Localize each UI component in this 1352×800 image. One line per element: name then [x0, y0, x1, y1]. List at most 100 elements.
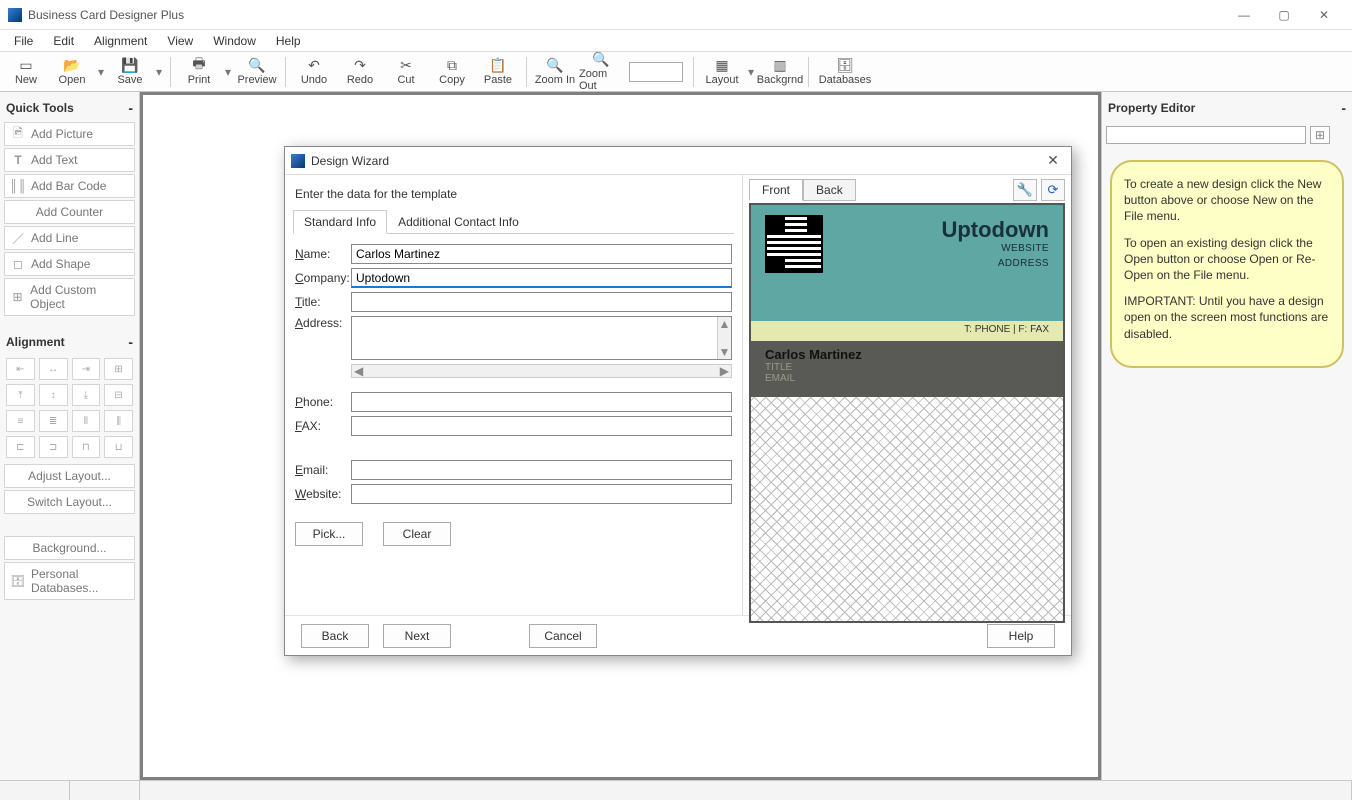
label-phone: Phone:	[295, 395, 351, 409]
redo-button[interactable]: ↷Redo	[338, 53, 382, 91]
property-options-icon[interactable]: ⊞	[1310, 126, 1330, 144]
add-picture-button[interactable]: 🖻Add Picture	[4, 122, 135, 146]
background-button[interactable]: Background...	[4, 536, 135, 560]
add-shape-button[interactable]: ◻Add Shape	[4, 252, 135, 276]
backgrnd-button[interactable]: ▥Backgrnd	[758, 53, 802, 91]
add-text-button[interactable]: TAdd Text	[4, 148, 135, 172]
cancel-button[interactable]: Cancel	[529, 624, 597, 648]
tab-back[interactable]: Back	[803, 179, 856, 201]
zoomin-button[interactable]: 🔍Zoom In	[533, 53, 577, 91]
menu-help[interactable]: Help	[266, 31, 311, 51]
save-button[interactable]: 💾Save	[108, 53, 152, 91]
dialog-preview-panel: Front Back 🔧 ⟳ Uptodown WEBSITE ADDRESS …	[743, 175, 1071, 615]
back-button[interactable]: Back	[301, 624, 369, 648]
align-cell[interactable]: ⊟	[104, 384, 133, 406]
collapse-icon[interactable]: -	[128, 334, 133, 350]
open-button[interactable]: 📂Open	[50, 53, 94, 91]
title-input[interactable]	[351, 292, 732, 312]
phone-input[interactable]	[351, 392, 732, 412]
align-cell[interactable]: ⤓	[72, 384, 101, 406]
add-line-button[interactable]: ／Add Line	[4, 226, 135, 250]
collapse-icon[interactable]: -	[128, 100, 133, 116]
new-button[interactable]: ▭New	[4, 53, 48, 91]
company-input[interactable]	[351, 268, 732, 288]
property-editor-header: Property Editor-	[1106, 96, 1348, 120]
pick-button[interactable]: Pick...	[295, 522, 363, 546]
maximize-button[interactable]: ▢	[1264, 0, 1304, 30]
preview-button[interactable]: 🔍Preview	[235, 53, 279, 91]
align-cell[interactable]: ⊏	[6, 436, 35, 458]
qr-code	[765, 215, 823, 273]
zoomout-button[interactable]: 🔍Zoom Out	[579, 53, 623, 91]
menu-edit[interactable]: Edit	[43, 31, 84, 51]
align-cell[interactable]: ↕	[39, 384, 68, 406]
dialog-close-button[interactable]: ✕	[1041, 152, 1065, 169]
close-button[interactable]: ✕	[1304, 0, 1344, 30]
menu-view[interactable]: View	[157, 31, 203, 51]
align-cell[interactable]: ⊐	[39, 436, 68, 458]
switch-layout-button[interactable]: Switch Layout...	[4, 490, 135, 514]
menu-alignment[interactable]: Alignment	[84, 31, 157, 51]
align-cell[interactable]: ≡	[6, 410, 35, 432]
print-dropdown[interactable]: ▾	[223, 65, 233, 79]
shape-icon: ◻	[11, 257, 25, 271]
adjust-layout-button[interactable]: Adjust Layout...	[4, 464, 135, 488]
add-barcode-button[interactable]: ║║Add Bar Code	[4, 174, 135, 198]
save-dropdown[interactable]: ▾	[154, 65, 164, 79]
website-input[interactable]	[351, 484, 732, 504]
align-cell[interactable]: ⫼	[104, 410, 133, 432]
align-cell[interactable]: ⊞	[104, 358, 133, 380]
menu-window[interactable]: Window	[203, 31, 266, 51]
address-hscroll[interactable]: ◀▶	[351, 364, 732, 378]
layout-dropdown[interactable]: ▾	[746, 65, 756, 79]
align-cell[interactable]: ≣	[39, 410, 68, 432]
undo-button[interactable]: ↶Undo	[292, 53, 336, 91]
next-button[interactable]: Next	[383, 624, 451, 648]
email-input[interactable]	[351, 460, 732, 480]
copy-button[interactable]: ⧉Copy	[430, 53, 474, 91]
personal-db-button[interactable]: 🗄Personal Databases...	[4, 562, 135, 600]
preview-phone-fax: T: PHONE | F: FAX	[751, 321, 1063, 341]
zoom-combo[interactable]	[629, 62, 683, 82]
tab-front[interactable]: Front	[749, 179, 803, 201]
menu-file[interactable]: File	[4, 31, 43, 51]
minimize-button[interactable]: —	[1224, 0, 1264, 30]
hint-text: To open an existing design click the Ope…	[1124, 235, 1330, 284]
cut-button[interactable]: ✂Cut	[384, 53, 428, 91]
hint-text: IMPORTANT: Until you have a design open …	[1124, 293, 1330, 342]
align-cell[interactable]: ⊓	[72, 436, 101, 458]
app-icon	[8, 8, 22, 22]
quick-tools-panel: Quick Tools- 🖻Add Picture TAdd Text ║║Ad…	[0, 92, 140, 780]
fax-input[interactable]	[351, 416, 732, 436]
label-website: Website:	[295, 487, 351, 501]
databases-button[interactable]: 🗄Databases	[815, 53, 875, 91]
address-input[interactable]: ▲▼	[351, 316, 732, 360]
paste-button[interactable]: 📋Paste	[476, 53, 520, 91]
align-cell[interactable]: ⇥	[72, 358, 101, 380]
alignment-header: Alignment-	[4, 330, 135, 354]
help-button[interactable]: Help	[987, 624, 1055, 648]
align-cell[interactable]: ⇤	[6, 358, 35, 380]
label-title: Title:	[295, 295, 351, 309]
add-custom-button[interactable]: ⊞Add Custom Object	[4, 278, 135, 316]
collapse-icon[interactable]: -	[1341, 100, 1346, 116]
print-button[interactable]: 🖶Print	[177, 53, 221, 91]
clear-button[interactable]: Clear	[383, 522, 451, 546]
align-cell[interactable]: ⤒	[6, 384, 35, 406]
open-dropdown[interactable]: ▾	[96, 65, 106, 79]
property-editor-panel: Property Editor- ⊞ To create a new desig…	[1102, 92, 1352, 780]
preview-website: WEBSITE	[941, 243, 1049, 254]
tab-additional-info[interactable]: Additional Contact Info	[387, 210, 530, 234]
tool-wrench-icon[interactable]: 🔧	[1013, 179, 1037, 201]
card-preview: Uptodown WEBSITE ADDRESS T: PHONE | F: F…	[749, 203, 1065, 623]
name-input[interactable]	[351, 244, 732, 264]
align-cell[interactable]: ⫴	[72, 410, 101, 432]
add-counter-button[interactable]: Add Counter	[4, 200, 135, 224]
preview-name: Carlos Martinez	[765, 347, 1049, 362]
layout-button[interactable]: ▦Layout	[700, 53, 744, 91]
align-cell[interactable]: ↔	[39, 358, 68, 380]
align-cell[interactable]: ⊔	[104, 436, 133, 458]
property-combo[interactable]	[1106, 126, 1306, 144]
tab-standard-info[interactable]: Standard Info	[293, 210, 387, 234]
tool-refresh-icon[interactable]: ⟳	[1041, 179, 1065, 201]
